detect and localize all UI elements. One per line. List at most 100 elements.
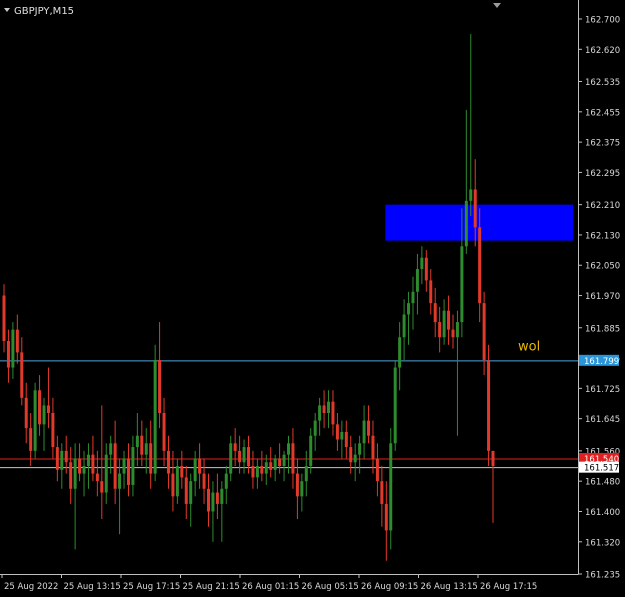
candle	[153, 344, 157, 482]
candle-body	[29, 428, 33, 451]
candle	[33, 382, 37, 459]
candle-body	[202, 473, 206, 489]
candle-body	[367, 420, 371, 436]
candle-body	[393, 367, 397, 444]
y-tick-label: 162.210	[585, 201, 620, 211]
candle-body	[260, 466, 264, 474]
candle-body	[220, 488, 224, 504]
annotation-label: wol	[518, 340, 540, 355]
candle-body	[358, 443, 362, 455]
y-tick-label: 161.320	[585, 538, 620, 548]
candle-body	[104, 454, 108, 493]
candle-body	[175, 466, 179, 497]
candle-body	[33, 390, 37, 451]
y-tick-label: 161.970	[585, 292, 620, 302]
candle-body	[122, 458, 126, 474]
candle-body	[429, 280, 433, 304]
candle-body	[460, 246, 464, 323]
candle-body	[335, 424, 339, 440]
candle-body	[278, 458, 282, 467]
candle-body	[180, 466, 184, 478]
chart-background	[0, 0, 625, 597]
y-tick-label: 162.130	[585, 231, 620, 241]
candle-body	[238, 450, 242, 463]
candle-body	[309, 435, 313, 467]
candle-body	[46, 405, 50, 413]
candle-body	[389, 443, 393, 531]
candle-body	[287, 443, 291, 455]
candle-body	[171, 473, 175, 497]
candle-body	[60, 450, 64, 470]
candle-body	[11, 329, 15, 368]
candle-body	[82, 466, 86, 474]
candle-body	[291, 443, 295, 474]
chart-title-group[interactable]: GBPJPY,M15	[4, 6, 74, 17]
candle-body	[166, 450, 170, 474]
y-tick-label: 162.455	[585, 108, 620, 118]
candle-body	[69, 462, 73, 489]
candle-body	[295, 473, 299, 497]
candle-body	[38, 390, 42, 425]
candle-body	[247, 447, 250, 467]
candle-body	[398, 337, 402, 368]
x-tick-label: 26 Aug 13:15	[421, 582, 478, 592]
candle-body	[411, 291, 415, 304]
y-tick-label: 162.295	[585, 169, 620, 179]
candle-body	[451, 329, 455, 338]
candle-body	[433, 303, 437, 323]
level-white-tag-label: 161.517	[584, 464, 619, 474]
candle-body	[131, 447, 135, 485]
candle-body	[482, 303, 486, 360]
candle-body	[55, 447, 59, 470]
candle-body	[375, 458, 379, 482]
x-tick-label: 25 Aug 13:15	[64, 582, 121, 592]
candlestick-chart: 162.700 162.620 162.535 162.455 162.375 162.2…	[0, 0, 625, 597]
candle-body	[340, 431, 344, 440]
candle-body	[100, 481, 104, 493]
candle-body	[322, 405, 326, 413]
candle-body	[20, 352, 24, 398]
x-tick-label: 26 Aug 17:15	[480, 582, 537, 592]
candle-body	[349, 447, 353, 463]
candle-body	[162, 412, 166, 451]
y-tick-label: 162.535	[585, 78, 620, 88]
y-tick-label: 161.480	[585, 478, 620, 488]
candle-body	[264, 462, 268, 474]
candle-body	[313, 420, 317, 436]
candle-body	[353, 454, 357, 463]
candle-body	[380, 481, 384, 504]
candle-body	[224, 473, 228, 489]
y-tick-label: 162.700	[585, 16, 620, 26]
candle-body	[384, 503, 388, 531]
y-tick-label: 161.400	[585, 508, 620, 518]
candle-body	[327, 401, 331, 413]
candle-body	[469, 189, 473, 201]
y-tick-label: 162.375	[585, 139, 620, 149]
candle-body	[198, 458, 202, 474]
candle-body	[78, 458, 82, 474]
candle-body	[473, 189, 477, 228]
candle-body	[95, 473, 99, 482]
candle-body	[344, 431, 348, 448]
candle-body	[255, 466, 259, 478]
candle-body	[42, 405, 46, 425]
y-tick-label: 161.885	[585, 324, 620, 334]
candle-body	[402, 314, 406, 338]
candle-body	[269, 462, 273, 470]
candle-body	[140, 435, 144, 455]
candle-body	[153, 359, 157, 474]
candle-body	[442, 310, 446, 338]
candle-body	[464, 200, 468, 247]
candle-body	[215, 492, 219, 504]
candle-body	[318, 405, 322, 421]
candle	[487, 344, 491, 467]
chart-title: GBPJPY,M15	[14, 6, 74, 17]
candle-body	[158, 359, 162, 413]
candle-body	[415, 269, 419, 292]
candle-body	[273, 458, 277, 470]
candle-body	[229, 443, 233, 474]
candle-body	[64, 450, 68, 463]
x-tick-label: 25 Aug 17:15	[123, 582, 180, 592]
candle-body	[144, 443, 148, 455]
candle-body	[91, 454, 95, 474]
